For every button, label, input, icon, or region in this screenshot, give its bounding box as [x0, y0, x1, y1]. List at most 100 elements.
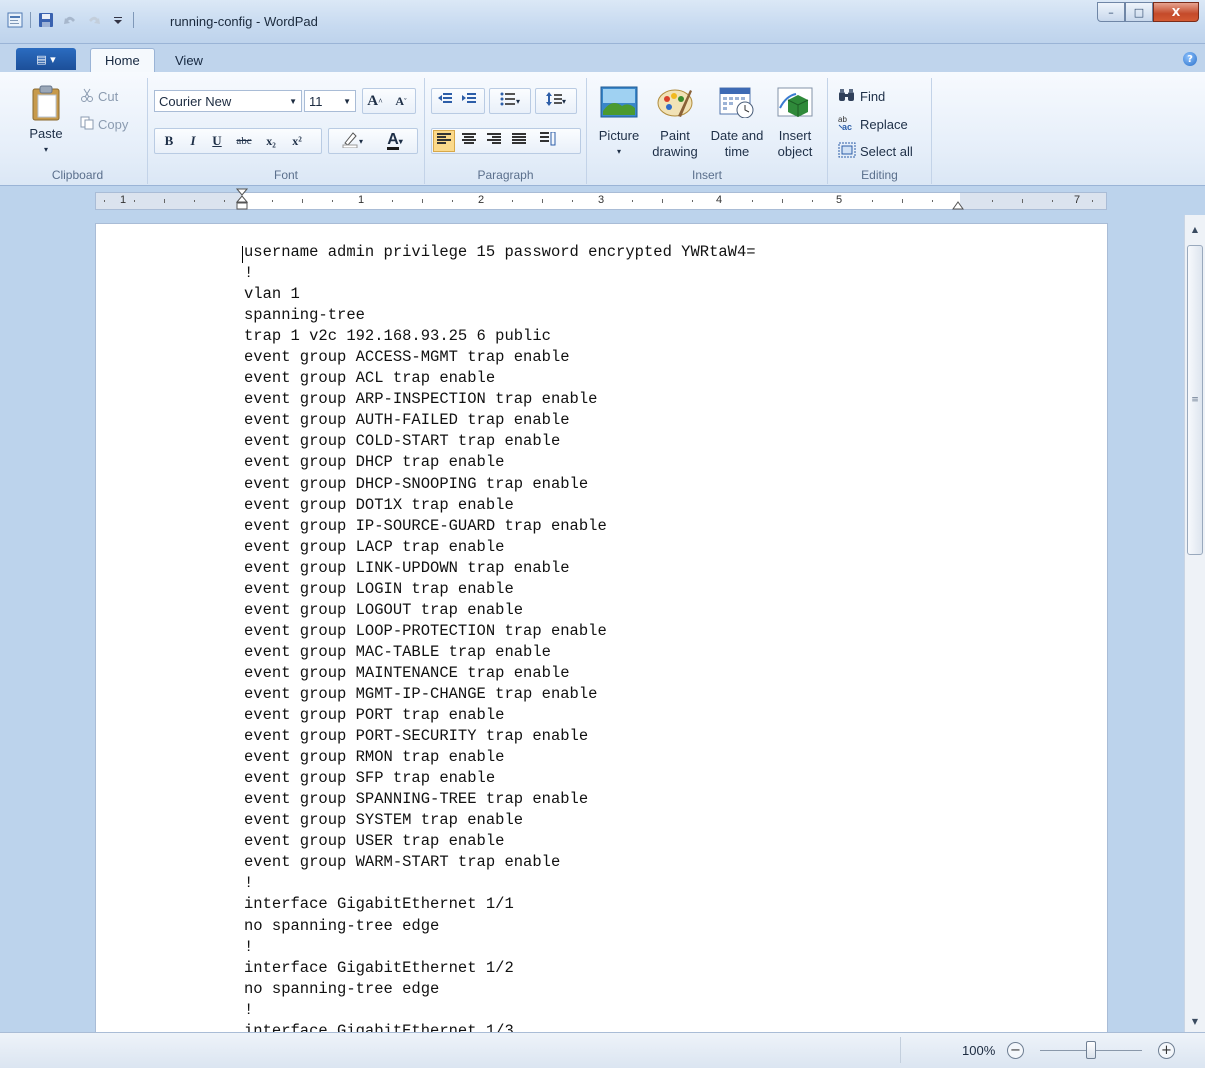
save-icon[interactable] [37, 11, 55, 29]
ruler-tick-label: 7 [1074, 194, 1081, 206]
ruler-tick-label: 1 [358, 194, 365, 206]
shrink-font-button[interactable]: Aˇ [390, 90, 412, 112]
document-page[interactable]: username admin privilege 15 password enc… [95, 223, 1108, 1032]
document-line: ! [244, 1000, 254, 1019]
document-line: event group WARM-START trap enable [244, 853, 561, 872]
maximize-button[interactable]: □ [1125, 2, 1153, 22]
find-button[interactable]: Find [838, 88, 885, 105]
picture-button[interactable]: Picture ▾ [593, 86, 645, 160]
scroll-up-arrow-icon[interactable]: ▲ [1185, 219, 1205, 239]
shrink-font-glyph: A [395, 93, 404, 108]
bold-button[interactable]: B [158, 130, 180, 152]
paint-drawing-button[interactable]: Paint drawing [647, 86, 703, 160]
document-line: event group IP-SOURCE-GUARD trap enable [244, 516, 607, 535]
superscript-button[interactable]: x² [286, 130, 308, 152]
ribbon: Paste ▾ Cut Copy Clipboard Courier New ▼… [0, 72, 1205, 186]
minimize-button[interactable]: – [1097, 2, 1125, 22]
chevron-down-icon: ▾ [561, 96, 566, 106]
document-line: event group ACCESS-MGMT trap enable [244, 348, 570, 367]
paint-drawing-label-1: Paint [660, 128, 690, 143]
decrease-indent-button[interactable] [434, 90, 456, 112]
align-right-button[interactable] [483, 130, 505, 152]
editing-group: Find ab ac Replace Select all Editing [828, 78, 932, 184]
scrollbar-thumb[interactable]: ≡ [1187, 245, 1203, 555]
grow-font-button[interactable]: A ^ [364, 90, 386, 112]
font-size-select[interactable]: 11 ▼ [304, 90, 356, 112]
document-text[interactable]: username admin privilege 15 password enc… [244, 242, 756, 1032]
grow-font-glyph: A [367, 92, 379, 109]
justify-button[interactable] [508, 130, 530, 152]
wordpad-app-icon[interactable] [6, 11, 24, 29]
date-time-button[interactable]: Date and time [705, 86, 769, 160]
document-line: spanning-tree [244, 306, 365, 325]
tab-home[interactable]: Home [90, 48, 155, 72]
chevron-down-icon: ▾ [358, 136, 363, 146]
vertical-scrollbar[interactable]: ▲ ≡ ▼ [1184, 215, 1205, 1032]
zoom-out-button[interactable]: − [1007, 1042, 1024, 1059]
align-center-icon [462, 133, 476, 149]
strikethrough-button[interactable]: abc [230, 130, 258, 152]
text-color-button[interactable]: A ▾ [376, 130, 414, 152]
document-line: event group DHCP-SNOOPING trap enable [244, 474, 589, 493]
align-right-icon [487, 133, 501, 149]
document-area: username admin privilege 15 password enc… [0, 215, 1184, 1032]
align-left-button[interactable] [433, 130, 455, 152]
document-line: interface GigabitEthernet 1/2 [244, 958, 514, 977]
scroll-down-arrow-icon[interactable]: ▼ [1185, 1011, 1205, 1031]
zoom-in-button[interactable]: + [1158, 1042, 1175, 1059]
document-line: event group DHCP trap enable [244, 453, 505, 472]
font-group: Courier New ▼ 11 ▼ A ^ Aˇ B I U abc x₂ x²… [148, 78, 425, 184]
status-separator [900, 1037, 901, 1063]
font-family-select[interactable]: Courier New ▼ [154, 90, 302, 112]
left-indent-marker-icon[interactable] [235, 188, 249, 215]
document-line: interface GigabitEthernet 1/3 [244, 1021, 514, 1032]
bullet-list-button[interactable]: ▾ [493, 90, 527, 112]
underline-button[interactable]: U [206, 130, 228, 152]
close-button[interactable]: X [1153, 2, 1199, 22]
paragraph-settings-button[interactable] [537, 130, 559, 152]
ribbon-tab-row: ▤ ▾ Home View ? [0, 44, 1205, 72]
italic-button[interactable]: I [182, 130, 204, 152]
bullet-list-icon [500, 92, 516, 110]
find-label: Find [860, 89, 886, 104]
highlight-color-button[interactable]: ▾ [334, 130, 370, 152]
subscript-button[interactable]: x₂ [260, 130, 282, 152]
window-controls: – □ X [1097, 2, 1199, 22]
ruler-tick-label: 2 [478, 194, 485, 206]
document-line: event group ACL trap enable [244, 369, 496, 388]
paste-button[interactable]: Paste ▾ [26, 84, 66, 158]
ruler-tick-label: 4 [716, 194, 723, 206]
select-all-button[interactable]: Select all [838, 142, 913, 161]
right-indent-marker-icon[interactable] [952, 196, 964, 213]
help-icon[interactable]: ? [1183, 52, 1197, 66]
date-time-label-2: time [724, 144, 750, 159]
increase-indent-button[interactable] [458, 90, 480, 112]
qat-separator [30, 12, 31, 28]
ruler[interactable]: 1 1 2 3 4 5 7 [95, 188, 1107, 213]
redo-icon[interactable] [85, 11, 103, 29]
document-line: ! [244, 937, 254, 956]
align-center-button[interactable] [458, 130, 480, 152]
font-group-label: Font [273, 168, 298, 182]
chevron-down-icon: ▼ [343, 96, 351, 106]
font-family-value: Courier New [159, 93, 232, 109]
document-line: event group SPANNING-TREE trap enable [244, 790, 589, 809]
undo-icon[interactable] [61, 11, 79, 29]
replace-button[interactable]: ab ac Replace [838, 115, 908, 134]
zoom-level[interactable]: 100% [962, 1043, 995, 1058]
document-line: interface GigabitEthernet 1/1 [244, 895, 514, 914]
paint-palette-icon [656, 86, 694, 122]
insert-object-button[interactable]: Insert object [769, 86, 821, 160]
chevron-down-icon: ▼ [289, 96, 297, 106]
copy-button[interactable]: Copy [80, 116, 128, 133]
customize-qat-icon[interactable] [109, 11, 127, 29]
qat-separator [133, 12, 134, 28]
application-menu-button[interactable]: ▤ ▾ [16, 48, 76, 70]
line-spacing-button[interactable]: ▾ [539, 90, 573, 112]
cut-button[interactable]: Cut [80, 88, 118, 105]
object-cube-icon [776, 86, 814, 122]
document-line: event group MGMT-IP-CHANGE trap enable [244, 684, 598, 703]
zoom-slider-thumb[interactable] [1086, 1041, 1096, 1059]
tab-view[interactable]: View [161, 48, 217, 72]
document-line: event group AUTH-FAILED trap enable [244, 411, 570, 430]
